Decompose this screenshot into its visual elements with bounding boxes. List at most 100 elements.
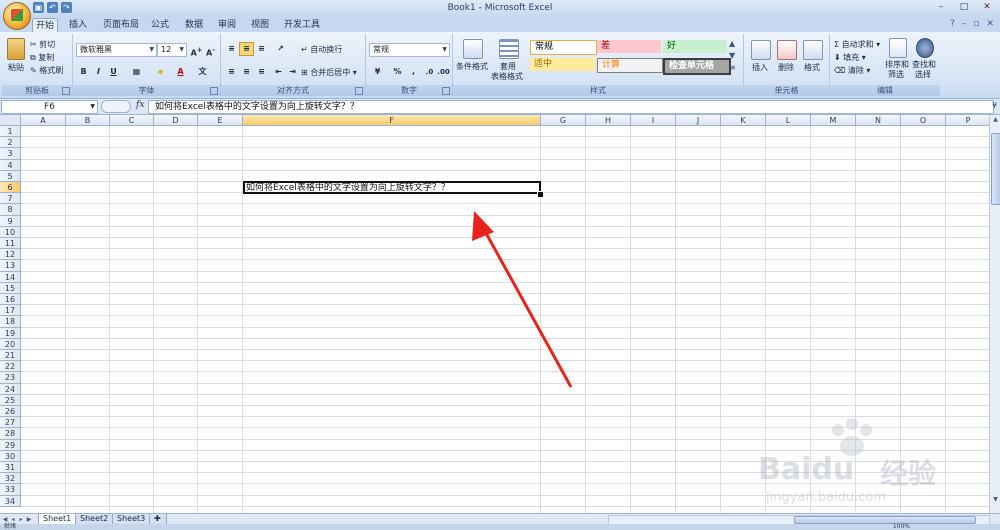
bold-button[interactable]: B: [76, 65, 91, 79]
number-launcher-icon[interactable]: [442, 87, 450, 95]
row-header-22[interactable]: 22: [0, 361, 21, 373]
clear-button[interactable]: ⌫ 清除 ▾: [834, 65, 870, 76]
find-select-line2[interactable]: 选择: [915, 69, 931, 80]
row-header-18[interactable]: 18: [0, 316, 21, 328]
tab-data[interactable]: 数据: [182, 18, 206, 32]
format-painter-button[interactable]: ✎ 格式刷: [30, 65, 63, 76]
row-header-9[interactable]: 9: [0, 215, 21, 227]
autosum-button[interactable]: Σ 自动求和 ▾: [834, 39, 880, 50]
row-header-8[interactable]: 8: [0, 204, 21, 216]
tab-view[interactable]: 视图: [248, 18, 272, 32]
style-check-cell[interactable]: 检查单元格: [663, 58, 731, 75]
scroll-up-icon[interactable]: ▲: [990, 115, 1000, 125]
column-header-m[interactable]: M: [811, 115, 856, 126]
row-header-5[interactable]: 5: [0, 170, 21, 182]
column-header-p[interactable]: P: [946, 115, 989, 126]
row-header-1[interactable]: 1: [0, 126, 21, 138]
wrap-text-button[interactable]: ↵ 自动换行: [301, 44, 342, 55]
style-bad[interactable]: 差: [597, 40, 661, 53]
font-name-select[interactable]: 微软雅黑 ▼: [76, 43, 157, 57]
row-header-27[interactable]: 27: [0, 417, 21, 429]
expand-formula-icon[interactable]: ¥: [990, 100, 999, 112]
merge-center-button[interactable]: ⊞ 合并后居中 ▾: [301, 67, 357, 78]
align-left-icon[interactable]: ≡: [224, 65, 239, 79]
column-header-i[interactable]: I: [631, 115, 676, 126]
comma-icon[interactable]: ,: [406, 65, 421, 79]
row-header-2[interactable]: 2: [0, 137, 21, 149]
row-header-24[interactable]: 24: [0, 383, 21, 395]
cut-button[interactable]: ✂ 剪切: [30, 39, 55, 50]
column-header-g[interactable]: G: [541, 115, 586, 126]
zoom-level[interactable]: 100%: [893, 524, 910, 530]
font-color-icon[interactable]: A: [173, 65, 188, 79]
row-header-17[interactable]: 17: [0, 305, 21, 317]
sort-filter-icon[interactable]: [889, 38, 907, 58]
style-good[interactable]: 好: [663, 40, 727, 53]
insert-cells-button[interactable]: 插入: [752, 62, 768, 73]
italic-button[interactable]: I: [91, 65, 106, 79]
row-header-33[interactable]: 33: [0, 484, 21, 496]
conditional-format-button[interactable]: 条件格式: [456, 61, 488, 72]
ribbon-restore-icon[interactable]: ▫: [973, 19, 979, 29]
tab-page-layout[interactable]: 页面布局: [100, 18, 142, 32]
font-size-select[interactable]: 12 ▼: [157, 43, 187, 57]
insert-cells-icon[interactable]: [751, 40, 771, 60]
formula-toggle[interactable]: [101, 100, 131, 113]
row-header-19[interactable]: 19: [0, 327, 21, 339]
column-header-k[interactable]: K: [721, 115, 766, 126]
column-header-o[interactable]: O: [901, 115, 946, 126]
row-header-12[interactable]: 12: [0, 249, 21, 261]
align-top-icon[interactable]: ≡: [224, 42, 239, 56]
styles-scroll-up-icon[interactable]: ▲: [729, 39, 735, 48]
row-header-13[interactable]: 13: [0, 260, 21, 272]
styles-more-icon[interactable]: ≡: [729, 63, 736, 72]
row-header-23[interactable]: 23: [0, 372, 21, 384]
tab-review[interactable]: 审阅: [215, 18, 239, 32]
row-header-30[interactable]: 30: [0, 450, 21, 462]
decrease-decimal-icon[interactable]: .00: [436, 65, 451, 79]
number-format-select[interactable]: 常规 ▼: [369, 43, 450, 57]
select-all-corner[interactable]: [0, 115, 21, 126]
fill-color-icon[interactable]: ◈: [153, 65, 168, 79]
align-middle-icon[interactable]: ≡: [239, 42, 254, 56]
row-header-25[interactable]: 25: [0, 394, 21, 406]
row-header-4[interactable]: 4: [0, 159, 21, 171]
row-header-26[interactable]: 26: [0, 406, 21, 418]
underline-button[interactable]: U: [106, 65, 121, 79]
align-right-icon[interactable]: ≡: [254, 65, 269, 79]
row-header-34[interactable]: 34: [0, 495, 21, 507]
minimize-icon[interactable]: –: [930, 1, 952, 14]
tab-formulas[interactable]: 公式: [148, 18, 172, 32]
clipboard-launcher-icon[interactable]: [62, 87, 70, 95]
formula-input[interactable]: 如何将Excel表格中的文字设置为向上旋转文字？？: [148, 100, 994, 114]
format-cells-icon[interactable]: [803, 40, 823, 60]
row-header-3[interactable]: 3: [0, 148, 21, 160]
column-header-j[interactable]: J: [676, 115, 721, 126]
increase-indent-icon[interactable]: ⇥: [285, 65, 300, 79]
row-header-10[interactable]: 10: [0, 226, 21, 238]
align-bottom-icon[interactable]: ≡: [254, 42, 269, 56]
scroll-down-icon[interactable]: ▼: [990, 495, 1000, 505]
vertical-scrollbar[interactable]: ▲ ▼: [989, 115, 1000, 513]
column-header-b[interactable]: B: [66, 115, 110, 126]
format-as-table-line2[interactable]: 表格格式: [491, 71, 523, 82]
copy-button[interactable]: ⧉ 复制: [30, 52, 54, 63]
tab-insert[interactable]: 插入: [66, 18, 90, 32]
font-launcher-icon[interactable]: [210, 87, 218, 95]
percent-button[interactable]: %: [390, 65, 405, 79]
align-center-icon[interactable]: ≡: [239, 65, 254, 79]
row-header-20[interactable]: 20: [0, 338, 21, 350]
row-header-14[interactable]: 14: [0, 271, 21, 283]
insert-function-button[interactable]: fx: [136, 100, 144, 110]
maximize-icon[interactable]: □: [953, 1, 975, 14]
style-neutral[interactable]: 适中: [530, 58, 595, 71]
office-button[interactable]: [3, 2, 31, 30]
sort-filter-line2[interactable]: 筛选: [888, 69, 904, 80]
phonetic-icon[interactable]: 文: [195, 65, 210, 79]
vertical-scroll-thumb[interactable]: [991, 133, 1000, 205]
tab-home[interactable]: 开始: [32, 18, 59, 33]
styles-scroll-down-icon[interactable]: ▼: [729, 51, 735, 60]
fill-button[interactable]: ⬇ 填充 ▾: [834, 52, 866, 63]
fill-handle[interactable]: [537, 191, 544, 199]
row-header-32[interactable]: 32: [0, 473, 21, 485]
